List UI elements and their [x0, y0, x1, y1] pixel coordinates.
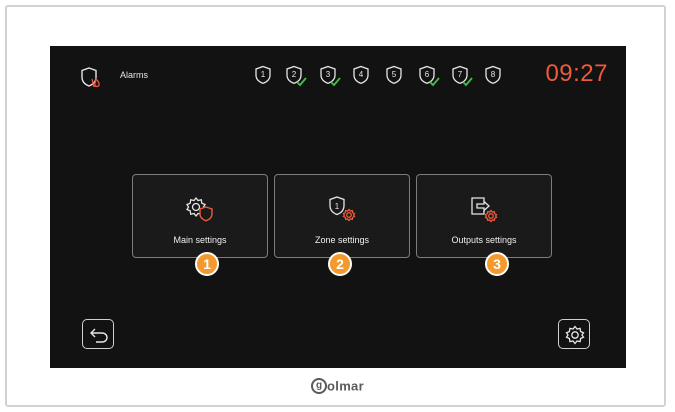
brand-logo: g olmar [0, 377, 675, 395]
callout-badge-3: 3 [485, 252, 509, 276]
zone-number: 1 [260, 70, 266, 79]
zone-indicator-7[interactable]: 7 [451, 65, 473, 89]
main-settings-button[interactable]: Main settings [132, 174, 268, 258]
zone-number: 4 [358, 70, 364, 79]
back-arrow-icon [90, 328, 108, 343]
page-title: Alarms [120, 70, 149, 80]
callout-badge-2: 2 [328, 252, 352, 276]
main-settings-label: Main settings [173, 235, 227, 245]
callout-badge-1: 1 [195, 252, 219, 276]
settings-button[interactable] [558, 319, 590, 349]
zone-indicator-2[interactable]: 2 [285, 65, 307, 89]
back-button[interactable] [82, 319, 114, 349]
output-gear-icon [468, 195, 500, 223]
zone-indicator-5[interactable]: 5 [385, 65, 407, 89]
zone-settings-button[interactable]: 1 Zone settings [274, 174, 410, 258]
zone-indicator-8[interactable]: 8 [484, 65, 506, 89]
zone-settings-label: Zone settings [314, 235, 370, 245]
zone-gear-icon: 1 [326, 195, 358, 223]
gear-shield-icon [184, 195, 216, 223]
clock: 09:27 [545, 60, 608, 87]
gear-icon [565, 325, 585, 345]
zone-indicator-3[interactable]: 3 [319, 65, 341, 89]
outputs-settings-label: Outputs settings [451, 235, 517, 245]
zone-indicator-4[interactable]: 4 [352, 65, 374, 89]
zone-number: 5 [391, 70, 397, 79]
zone-number: 8 [490, 70, 496, 79]
zone-number: 2 [291, 70, 297, 79]
zone-number: 3 [325, 70, 331, 79]
zone-indicator-1[interactable]: 1 [254, 65, 276, 89]
touch-screen: Alarms 1 2 3 4 5 6 7 8 09:27 Main settin… [50, 46, 626, 368]
brand-mark: g [311, 377, 328, 394]
svg-text:1: 1 [335, 202, 340, 211]
outputs-settings-button[interactable]: Outputs settings [416, 174, 552, 258]
zone-number: 7 [457, 70, 463, 79]
brand-text: olmar [327, 378, 364, 394]
zone-indicator-6[interactable]: 6 [418, 65, 440, 89]
alarm-shield-icon [80, 66, 104, 90]
zone-number: 6 [424, 70, 430, 79]
